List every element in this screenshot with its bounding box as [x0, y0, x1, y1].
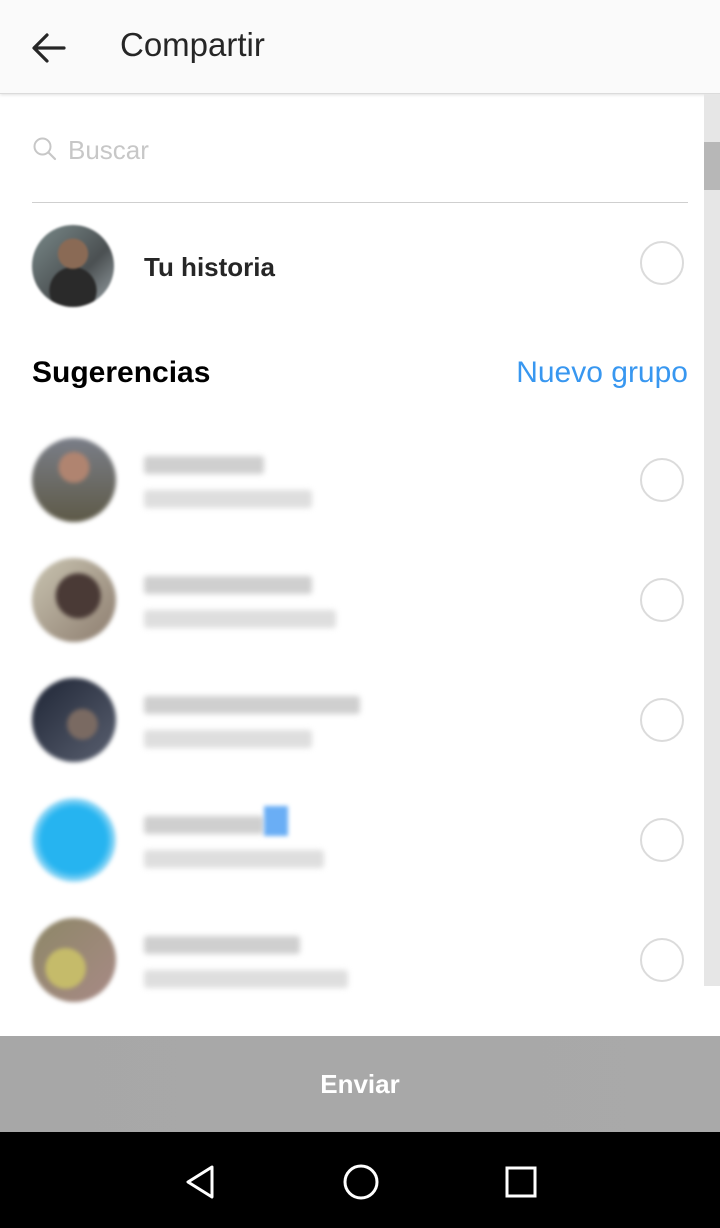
- avatar: [32, 918, 116, 1002]
- system-recents-button[interactable]: [493, 1154, 549, 1210]
- search-input[interactable]: [66, 132, 670, 168]
- system-home-button[interactable]: [333, 1154, 389, 1210]
- system-navigation-bar: [0, 1132, 720, 1228]
- scrollbar-thumb[interactable]: [704, 142, 720, 190]
- contact-row[interactable]: [0, 660, 700, 780]
- contact-fullname-redacted: [144, 730, 312, 748]
- contact-select-radio[interactable]: [640, 458, 684, 502]
- arrow-left-icon: [32, 33, 66, 63]
- contact-select-radio[interactable]: [640, 938, 684, 982]
- your-story-row[interactable]: Tu historia: [0, 205, 700, 325]
- verified-badge-icon: [264, 806, 288, 836]
- contact-row[interactable]: [0, 780, 700, 900]
- search-bar: [32, 120, 688, 203]
- contact-username-redacted: [144, 696, 360, 714]
- search-icon: [33, 137, 57, 161]
- contact-select-radio[interactable]: [640, 578, 684, 622]
- back-triangle-icon: [186, 1165, 214, 1199]
- contact-fullname-redacted: [144, 490, 312, 508]
- contact-username-redacted: [144, 576, 312, 594]
- contact-fullname-redacted: [144, 970, 348, 988]
- avatar: [32, 798, 116, 882]
- send-button[interactable]: Enviar: [0, 1036, 720, 1132]
- contact-select-radio[interactable]: [640, 698, 684, 742]
- avatar: [32, 678, 116, 762]
- send-button-label: Enviar: [320, 1068, 400, 1099]
- contact-select-radio[interactable]: [640, 818, 684, 862]
- recents-square-icon: [505, 1166, 537, 1198]
- contact-fullname-redacted: [144, 610, 336, 628]
- contact-row[interactable]: [0, 900, 700, 1020]
- contact-fullname-redacted: [144, 850, 324, 868]
- your-story-label: Tu historia: [144, 252, 275, 282]
- back-button[interactable]: [22, 22, 74, 74]
- contact-username-redacted: [144, 456, 264, 474]
- avatar: [32, 438, 116, 522]
- avatar: [32, 558, 116, 642]
- contact-row[interactable]: [0, 540, 700, 660]
- contact-username-redacted: [144, 816, 264, 834]
- top-app-bar: Compartir: [0, 0, 720, 94]
- system-back-button[interactable]: [172, 1154, 228, 1210]
- story-select-radio[interactable]: [640, 241, 684, 285]
- suggestions-heading: Sugerencias: [32, 356, 211, 389]
- home-circle-icon: [343, 1164, 379, 1200]
- new-group-link[interactable]: Nuevo grupo: [516, 356, 688, 390]
- contact-row[interactable]: [0, 420, 700, 540]
- avatar: [32, 225, 114, 307]
- page-title: Compartir: [120, 26, 265, 63]
- scrollbar[interactable]: [704, 94, 720, 986]
- contact-username-redacted: [144, 936, 300, 954]
